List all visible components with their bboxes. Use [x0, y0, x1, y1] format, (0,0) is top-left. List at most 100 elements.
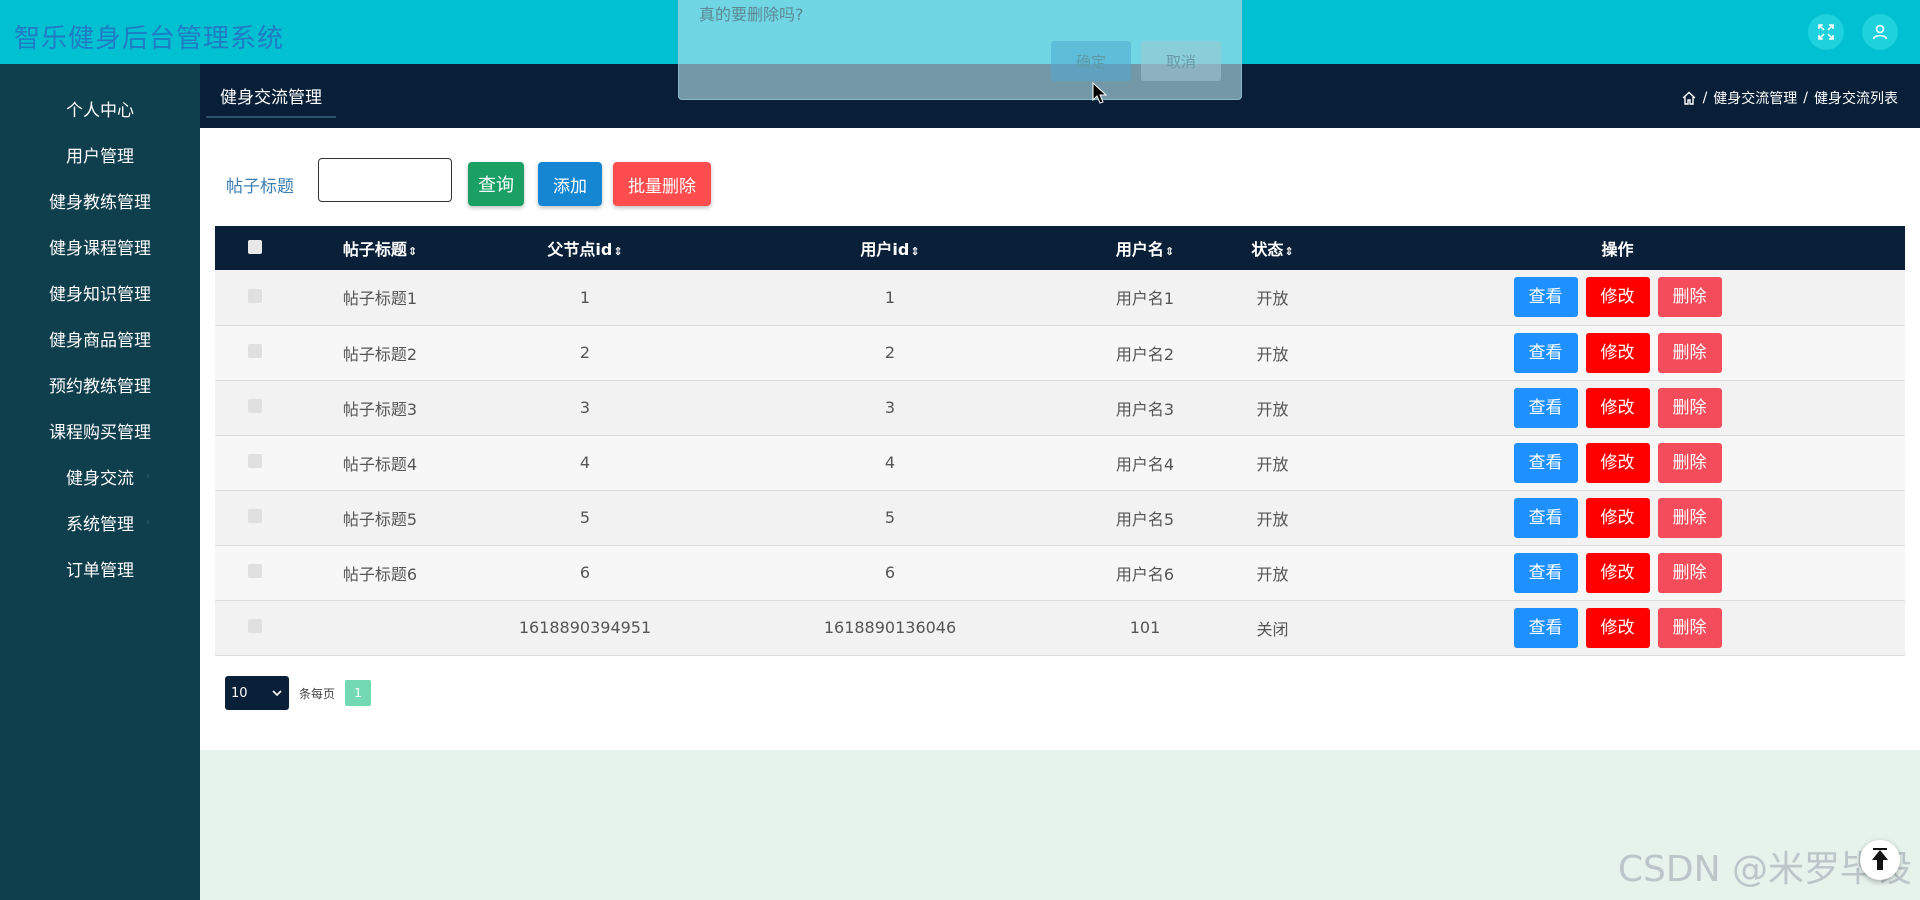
breadcrumb: / 健身交流管理 / 健身交流列表: [1681, 88, 1898, 108]
cell-title: 帖子标题5: [295, 490, 465, 546]
sidebar-item-label: 健身交流: [66, 468, 134, 489]
cell-parent-id: 3: [465, 380, 705, 436]
page-size-value: 10: [231, 685, 248, 701]
row-checkbox-cell: [215, 490, 295, 546]
cell-user-id: 2: [705, 325, 1075, 381]
cell-actions: 查看 修改 删除: [1330, 325, 1905, 381]
row-checkbox[interactable]: [248, 454, 262, 468]
user-menu-button[interactable]: [1862, 14, 1898, 50]
row-checkbox-cell: [215, 545, 295, 601]
edit-button[interactable]: 修改: [1585, 552, 1650, 593]
cell-user-id: 3: [705, 380, 1075, 436]
fullscreen-icon: [1818, 24, 1834, 40]
edit-button[interactable]: 修改: [1585, 497, 1650, 538]
table-row: 帖子标题4 4 4 用户名4 开放 查看 修改 删除: [215, 435, 1905, 491]
edit-button[interactable]: 修改: [1585, 332, 1650, 373]
row-checkbox[interactable]: [248, 509, 262, 523]
column-header[interactable]: 帖子标题: [295, 226, 465, 270]
view-button[interactable]: 查看: [1513, 552, 1578, 593]
search-input[interactable]: [318, 158, 452, 202]
sidebar-item-system-management[interactable]: 系统管理 ›: [0, 502, 200, 542]
tab-fitness-exchange[interactable]: 健身交流管理: [206, 82, 336, 118]
row-checkbox-cell: [215, 325, 295, 381]
view-button[interactable]: 查看: [1513, 387, 1578, 428]
column-header-label: 帖子标题: [343, 240, 417, 259]
sidebar-item-fitness-exchange[interactable]: 健身交流 ›: [0, 456, 200, 496]
sidebar-item-purchase-management[interactable]: 课程购买管理 ›: [0, 410, 200, 450]
batch-delete-button[interactable]: 批量删除: [613, 162, 711, 206]
page-number-current[interactable]: 1: [345, 680, 372, 706]
chevron-right-icon: ›: [146, 516, 150, 528]
sidebar-item-course-management[interactable]: 健身课程管理 ›: [0, 226, 200, 266]
delete-button[interactable]: 删除: [1657, 607, 1722, 648]
sidebar-item-booking-management[interactable]: 预约教练管理 ›: [0, 364, 200, 404]
sidebar-item-order-management[interactable]: 订单管理: [0, 548, 200, 588]
view-button[interactable]: 查看: [1513, 442, 1578, 483]
table-row: 帖子标题1 1 1 用户名1 开放 查看 修改 删除: [215, 270, 1905, 326]
cell-username: 用户名3: [1075, 380, 1215, 436]
cell-username: 用户名1: [1075, 270, 1215, 326]
column-header[interactable]: 用户名: [1075, 226, 1215, 270]
delete-button[interactable]: 删除: [1657, 552, 1722, 593]
delete-button[interactable]: 删除: [1657, 442, 1722, 483]
view-button[interactable]: 查看: [1513, 607, 1578, 648]
chevron-right-icon: ›: [146, 424, 150, 436]
home-icon[interactable]: [1681, 90, 1697, 106]
search-label: 帖子标题: [226, 177, 294, 197]
cell-status: 开放: [1215, 325, 1330, 381]
cell-actions: 查看 修改 删除: [1330, 545, 1905, 601]
row-checkbox[interactable]: [248, 288, 262, 303]
sidebar-item-label: 健身商品管理: [49, 330, 151, 351]
sidebar-item-personal-center[interactable]: 个人中心: [0, 88, 200, 128]
chevron-right-icon: ›: [146, 286, 150, 298]
add-button[interactable]: 添加: [538, 162, 602, 206]
cell-status: 开放: [1215, 545, 1330, 601]
page-size-select[interactable]: 10: [225, 676, 289, 710]
edit-button[interactable]: 修改: [1585, 277, 1650, 318]
select-all-cell: [215, 226, 295, 270]
delete-button[interactable]: 删除: [1657, 332, 1722, 373]
row-checkbox-cell: [215, 270, 295, 326]
sidebar-item-coach-management[interactable]: 健身教练管理 ›: [0, 180, 200, 220]
column-header-label: 用户id: [860, 240, 919, 259]
confirm-cancel-button[interactable]: 取消: [1141, 41, 1221, 81]
cell-user-id: 5: [705, 490, 1075, 546]
cell-user-id: 1: [705, 270, 1075, 326]
cell-username: 用户名6: [1075, 545, 1215, 601]
fullscreen-button[interactable]: [1808, 14, 1844, 50]
row-checkbox[interactable]: [248, 399, 262, 413]
confirm-ok-button[interactable]: 确定: [1051, 41, 1131, 81]
table-row: 1618890394951 1618890136046 101 关闭 查看 修改删…: [215, 600, 1905, 656]
breadcrumb-item[interactable]: 健身交流管理: [1713, 88, 1797, 108]
pagination: 10 条每页 1: [225, 676, 372, 710]
delete-button[interactable]: 删除: [1657, 497, 1722, 538]
column-header-label: 状态: [1251, 240, 1293, 259]
sidebar-item-user-management[interactable]: 用户管理: [0, 134, 200, 174]
delete-button[interactable]: 删除: [1657, 277, 1722, 318]
sidebar-item-knowledge-management[interactable]: 健身知识管理 ›: [0, 272, 200, 312]
row-checkbox[interactable]: [248, 564, 262, 578]
edit-button[interactable]: 修改: [1585, 607, 1650, 648]
edit-button[interactable]: 修改: [1585, 442, 1650, 483]
select-all-checkbox[interactable]: [248, 239, 262, 254]
view-button[interactable]: 查看: [1513, 332, 1578, 373]
cell-user-id: 6: [705, 545, 1075, 601]
column-header[interactable]: 父节点id: [465, 226, 705, 270]
cell-parent-id: 4: [465, 435, 705, 491]
confirm-dialog: 真的要删除吗? 确定 取消: [678, 0, 1242, 100]
sidebar-item-product-management[interactable]: 健身商品管理 ›: [0, 318, 200, 358]
chevron-right-icon: ›: [146, 332, 150, 344]
delete-button[interactable]: 删除: [1657, 387, 1722, 428]
view-button[interactable]: 查看: [1513, 497, 1578, 538]
view-button[interactable]: 查看: [1513, 277, 1578, 318]
back-to-top-button[interactable]: [1860, 840, 1900, 880]
column-header[interactable]: 用户id: [705, 226, 1075, 270]
row-checkbox[interactable]: [248, 344, 262, 358]
cell-actions: 查看 修改 删除: [1330, 600, 1905, 656]
column-header[interactable]: 状态: [1215, 226, 1330, 270]
chevron-down-icon: [272, 690, 282, 697]
query-button[interactable]: 查询: [468, 162, 524, 206]
row-checkbox[interactable]: [248, 619, 262, 633]
edit-button[interactable]: 修改: [1585, 387, 1650, 428]
chevron-right-icon: ›: [146, 378, 150, 390]
